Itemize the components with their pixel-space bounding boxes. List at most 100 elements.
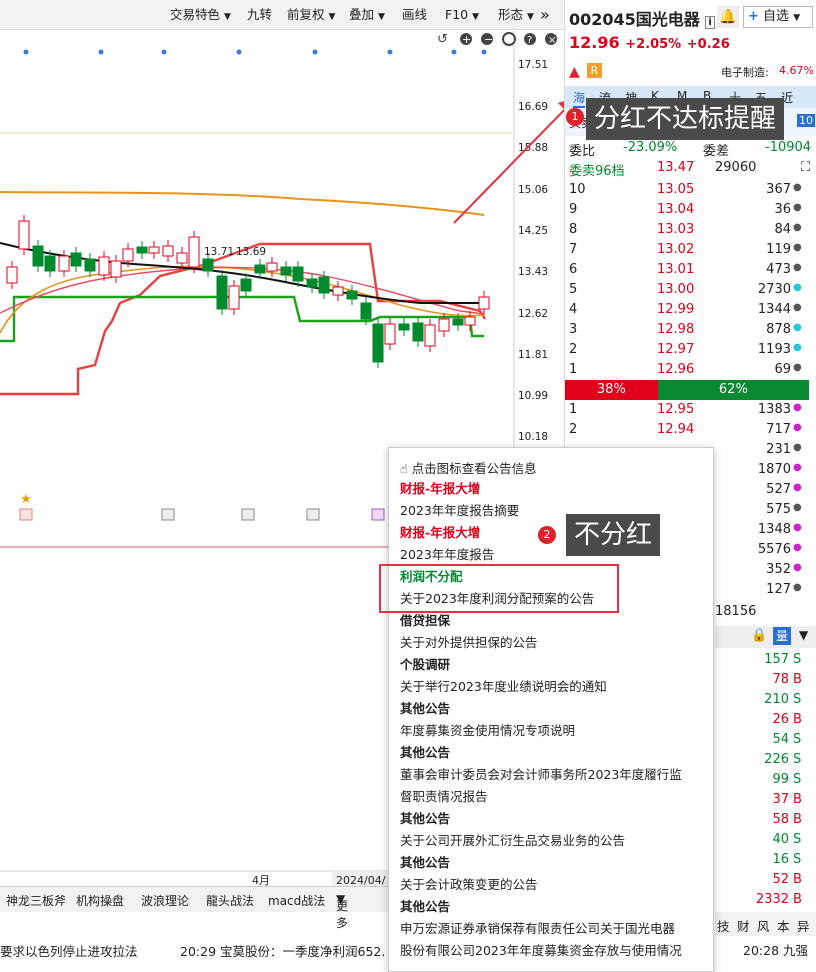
settings-icon[interactable]: [502, 32, 516, 46]
order-level-row[interactable]: 4 12.99 1344 ●: [565, 300, 816, 320]
scroll-down-icon[interactable]: ▼: [799, 628, 808, 642]
candle: [478, 296, 490, 310]
tab-shenlong[interactable]: 神龙三板斧: [6, 892, 66, 909]
announcement-link[interactable]: 关于举行2023年度业绩说明会的通知: [400, 676, 607, 695]
volume-toggle[interactable]: 量: [773, 627, 791, 645]
side-tab[interactable]: 本: [777, 916, 790, 935]
info-icon[interactable]: i: [705, 16, 715, 29]
signal-dot: [451, 49, 457, 55]
candle: [346, 290, 358, 300]
announcement-link[interactable]: 申万宏源证券承销保荐有限责任公司关于国光电器: [400, 918, 675, 937]
tab-more[interactable]: 更多 ▼: [336, 892, 348, 930]
candle: [464, 316, 476, 326]
candle: [202, 258, 214, 272]
announcement-category: 其他公告: [400, 811, 451, 826]
announcement-link[interactable]: 股份有限公司2023年年度募集资金存放与使用情况: [400, 940, 682, 959]
expand-icon[interactable]: »: [536, 4, 554, 26]
expand-icon[interactable]: ⛶: [801, 160, 810, 175]
event-icon[interactable]: [306, 508, 320, 521]
badge-two: 2: [538, 526, 556, 544]
side-tab[interactable]: 财: [737, 916, 750, 935]
panel-tab[interactable]: 海: [573, 89, 586, 108]
announcement-link[interactable]: 关于公司开展外汇衍生品交易业务的公告: [400, 830, 625, 849]
peak-label-2: 13.69: [236, 246, 266, 258]
highlight-box: [379, 564, 619, 613]
order-level-row[interactable]: 10 13.05 367 ●: [565, 180, 816, 200]
order-level-row[interactable]: 1 12.96 69 ●: [565, 360, 816, 380]
order-level-row[interactable]: 1 12.95 1383 ●: [565, 400, 816, 420]
side-tab[interactable]: 技: [717, 916, 730, 935]
announcement-link[interactable]: 2023年年度报告: [400, 544, 494, 563]
popup-hint: ☝ 点击图标查看公告信息: [400, 461, 537, 476]
y-tick-label: 10.18: [518, 431, 548, 443]
chart-toolbar: 交易特色 ▼ 九转 前复权 ▼ 叠加 ▼ 画线 F10 ▼ 形态 ▼ »: [0, 0, 564, 30]
candle: [240, 278, 252, 292]
announcement-category: 其他公告: [400, 899, 451, 914]
badge-r[interactable]: R: [587, 63, 602, 78]
order-level-row[interactable]: 9 13.04 36 ●: [565, 200, 816, 220]
y-tick-label: 10.99: [518, 390, 548, 402]
event-icon[interactable]: [161, 508, 175, 521]
order-level-row[interactable]: 3 12.98 878 ●: [565, 320, 816, 340]
ticker-left[interactable]: 要求以色列停止进攻拉法: [0, 941, 138, 960]
announcement-popup[interactable]: ☝ 点击图标查看公告信息 财报-年报大增 2023年年度报告摘要 财报-年报大增 20…: [388, 447, 714, 972]
announcement-link[interactable]: 2023年年度报告摘要: [400, 500, 519, 519]
candle: [266, 262, 278, 272]
order-level-row[interactable]: 2 12.94 717 ●: [565, 420, 816, 440]
order-level-row[interactable]: 7 13.02 119 ●: [565, 240, 816, 260]
tab-jigou[interactable]: 机构操盘: [76, 892, 124, 909]
candle: [136, 246, 148, 254]
candle: [292, 266, 304, 282]
warning-icon[interactable]: ▲: [569, 64, 580, 80]
side-tab[interactable]: 异: [797, 916, 810, 935]
candle: [188, 236, 200, 268]
x-label-date: 2024/04/: [336, 874, 386, 886]
order-level-row[interactable]: 8 13.03 84 ●: [565, 220, 816, 240]
event-icon[interactable]: [19, 508, 33, 521]
announcement-category: 其他公告: [400, 701, 451, 716]
reset-icon[interactable]: ↺: [437, 32, 448, 47]
announcement-category: 个股调研: [400, 657, 451, 672]
order-level-row[interactable]: 2 12.97 1193 ●: [565, 340, 816, 360]
toolbar-jiuzhuan[interactable]: 九转: [243, 4, 276, 26]
bell-icon[interactable]: 🔔: [717, 6, 739, 28]
right-time: 20:28 九强: [743, 943, 808, 958]
candle: [44, 255, 56, 272]
ticker-right[interactable]: 20:29 宝莫股份：一季度净利润652.: [180, 941, 385, 960]
peak-label-1: 13.71: [204, 246, 234, 258]
toolbar-trade-feature[interactable]: 交易特色 ▼: [166, 4, 235, 26]
candle: [58, 255, 70, 272]
announcement-link[interactable]: 督职责情况报告: [400, 786, 488, 805]
order-level-row[interactable]: 6 13.01 473 ●: [565, 260, 816, 280]
toolbar-draw[interactable]: 画线: [398, 4, 431, 26]
tab-dragon[interactable]: 龍头战法: [206, 892, 254, 909]
add-watchlist-button[interactable]: + 自选 ▼: [743, 6, 813, 28]
event-icon[interactable]: [371, 508, 385, 521]
toolbar-f10[interactable]: F10 ▼: [441, 4, 483, 26]
y-tick-label: 14.25: [518, 225, 548, 237]
y-tick-label: 12.62: [518, 308, 548, 320]
trade-header: 🔒 量 ▼: [715, 626, 816, 648]
signal-dot: [23, 49, 29, 55]
announcement-link[interactable]: 关于会计政策变更的公告: [400, 874, 538, 893]
toolbar-pattern[interactable]: 形态 ▼: [494, 4, 538, 26]
lock-icon[interactable]: 🔒: [751, 628, 767, 643]
candle: [18, 220, 30, 250]
callout-no-dividend: 不分红: [566, 514, 661, 556]
candle: [384, 323, 396, 345]
tab-macd[interactable]: macd战法: [268, 892, 325, 909]
candles: [6, 215, 490, 368]
announcement-category: 其他公告: [400, 855, 451, 870]
toolbar-overlay[interactable]: 叠加 ▼: [345, 4, 389, 26]
tab-wave[interactable]: 波浪理论: [141, 892, 189, 909]
toolbar-forward-adjust[interactable]: 前复权 ▼: [283, 4, 339, 26]
announcement-link[interactable]: 年度募集资金使用情况专项说明: [400, 720, 575, 739]
candle: [306, 278, 318, 288]
announcement-link[interactable]: 董事会审计委员会对会计师事务所2023年度履行监: [400, 764, 682, 783]
side-tab[interactable]: 风: [757, 916, 770, 935]
svg-text:×: ×: [548, 35, 556, 46]
order-level-row[interactable]: 5 13.00 2730 ●: [565, 280, 816, 300]
candle: [318, 276, 330, 294]
announcement-link[interactable]: 关于对外提供担保的公告: [400, 632, 538, 651]
event-icon[interactable]: [241, 508, 255, 521]
